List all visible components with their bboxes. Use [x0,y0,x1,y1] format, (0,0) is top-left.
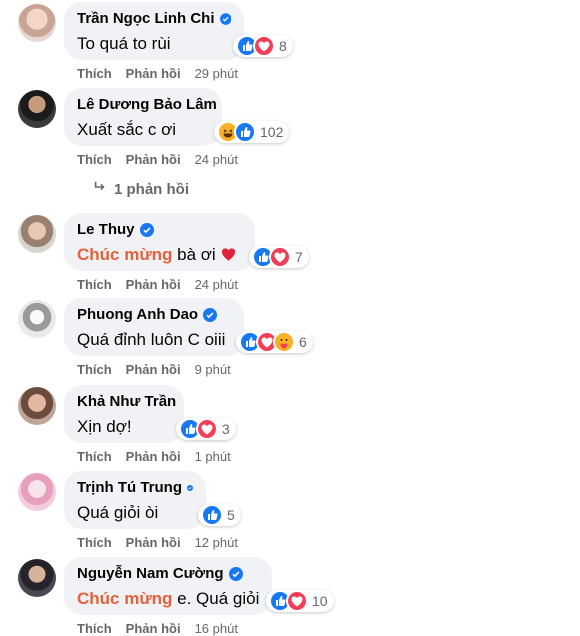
reply-action[interactable]: Phản hồi [126,449,181,464]
timestamp[interactable]: 24 phút [195,277,238,292]
avatar[interactable] [18,215,56,253]
comment-author[interactable]: Trần Ngọc Linh Chi [77,9,231,28]
reaction-summary[interactable]: 6 [236,331,313,353]
comment-actions: Thích Phản hồi 24 phút [77,277,252,292]
comment-bubble: Khả Như Trần Xịn dợ! [64,385,184,443]
comment-actions: Thích Phản hồi 1 phút [77,449,245,464]
reaction-count: 10 [312,593,328,609]
author-name[interactable]: Nguyễn Nam Cường [77,564,224,583]
comment-author[interactable]: Le Thuy [77,220,242,239]
comment-actions: Thích Phản hồi 24 phút [77,152,252,167]
timestamp[interactable]: 9 phút [195,362,231,377]
reply-action[interactable]: Phản hồi [126,535,181,550]
like-action[interactable]: Thích [77,66,112,81]
reply-arrow-icon [94,181,105,191]
reaction-count: 5 [227,507,235,523]
reply-action[interactable]: Phản hồi [126,277,181,292]
view-replies-label: 1 phản hồi [114,181,189,198]
author-name[interactable]: Le Thuy [77,220,135,239]
comment-text: To quá to rùi [77,34,171,53]
love-icon [196,418,218,440]
heart-emoji-icon [222,248,236,261]
avatar[interactable] [18,90,56,128]
like-action[interactable]: Thích [77,152,112,167]
comment-author[interactable]: Trịnh Tú Trung [77,478,193,497]
reply-action[interactable]: Phản hồi [126,152,181,167]
timestamp[interactable]: 1 phút [195,449,231,464]
verified-icon [203,307,218,322]
comment-bubble: Trịnh Tú Trung Quá giỏi òi [64,471,206,529]
author-name[interactable]: Khả Như Trần [77,392,176,411]
reaction-count: 8 [279,38,287,54]
comment-author[interactable]: Phuong Anh Dao [77,305,231,324]
avatar[interactable] [18,473,56,511]
comment-actions: Thích Phản hồi 9 phút [77,362,245,377]
reaction-summary[interactable]: 8 [233,35,293,57]
comment-body: bà ơi [172,245,216,264]
comment-text: Chúc mừng e. Quá giỏi [77,588,259,610]
love-icon [286,590,308,612]
avatar[interactable] [18,387,56,425]
care-icon [273,331,295,353]
author-name[interactable]: Phuong Anh Dao [77,305,198,324]
verified-icon [139,222,154,237]
timestamp[interactable]: 16 phút [195,621,238,636]
view-replies-link[interactable]: 1 phản hồi [92,180,189,198]
comment-bubble: Lê Dương Bảo Lâm Xuất sắc c ơi [64,88,222,146]
verified-icon [219,12,231,25]
like-action[interactable]: Thích [77,535,112,550]
avatar[interactable] [18,4,56,42]
reaction-summary[interactable]: 102 [214,121,290,143]
highlighted-text[interactable]: Chúc mừng [77,589,172,608]
reaction-summary[interactable]: 10 [266,590,334,612]
author-name[interactable]: Trịnh Tú Trung [77,478,182,497]
reaction-summary[interactable]: 5 [198,504,241,526]
comment-bubble: Phuong Anh Dao Quá đỉnh luôn C oiii [64,298,244,356]
like-action[interactable]: Thích [77,449,112,464]
like-icon [201,504,223,526]
highlighted-text[interactable]: Chúc mừng [77,245,172,264]
comment-actions: Thích Phản hồi 29 phút [77,66,252,81]
reaction-count: 3 [222,421,230,437]
comment-text: Quá đỉnh luôn C oiii [77,330,226,349]
comment-actions: Thích Phản hồi 12 phút [77,535,252,550]
like-action[interactable]: Thích [77,621,112,636]
comment-body: e. Quá giỏi [172,589,260,608]
like-icon [234,121,256,143]
verified-icon [187,484,193,491]
comment-bubble: Le Thuy Chúc mừng bà ơi [64,213,255,271]
comment-text: Quá giỏi òi [77,503,159,522]
comment-text: Xuất sắc c ơi [77,120,177,139]
comment-bubble: Trần Ngọc Linh Chi To quá to rùi [64,2,244,60]
reaction-summary[interactable]: 3 [176,418,236,440]
like-action[interactable]: Thích [77,362,112,377]
love-icon [269,246,291,268]
avatar[interactable] [18,300,56,338]
avatar[interactable] [18,559,56,597]
reply-action[interactable]: Phản hồi [126,621,181,636]
author-name[interactable]: Trần Ngọc Linh Chi [77,9,215,28]
reaction-count: 6 [299,334,307,350]
timestamp[interactable]: 24 phút [195,152,238,167]
comment-text: Xịn dợ! [77,417,132,436]
reaction-count: 7 [295,249,303,265]
comment-author[interactable]: Khả Như Trần [77,392,176,411]
timestamp[interactable]: 12 phút [195,535,238,550]
comment-author[interactable]: Nguyễn Nam Cường [77,564,259,583]
reply-action[interactable]: Phản hồi [126,66,181,81]
comment-bubble: Nguyễn Nam Cường Chúc mừng e. Quá giỏi [64,557,272,615]
reaction-summary[interactable]: 7 [249,246,309,268]
timestamp[interactable]: 29 phút [195,66,238,81]
comment-actions: Thích Phản hồi 16 phút [77,621,252,636]
verified-icon [228,566,243,581]
comment-author[interactable]: Lê Dương Bảo Lâm [77,95,217,114]
reaction-count: 102 [260,124,284,140]
author-name[interactable]: Lê Dương Bảo Lâm [77,95,217,114]
like-action[interactable]: Thích [77,277,112,292]
love-icon [253,35,275,57]
reply-action[interactable]: Phản hồi [126,362,181,377]
comment-text: Chúc mừng bà ơi [77,244,242,266]
